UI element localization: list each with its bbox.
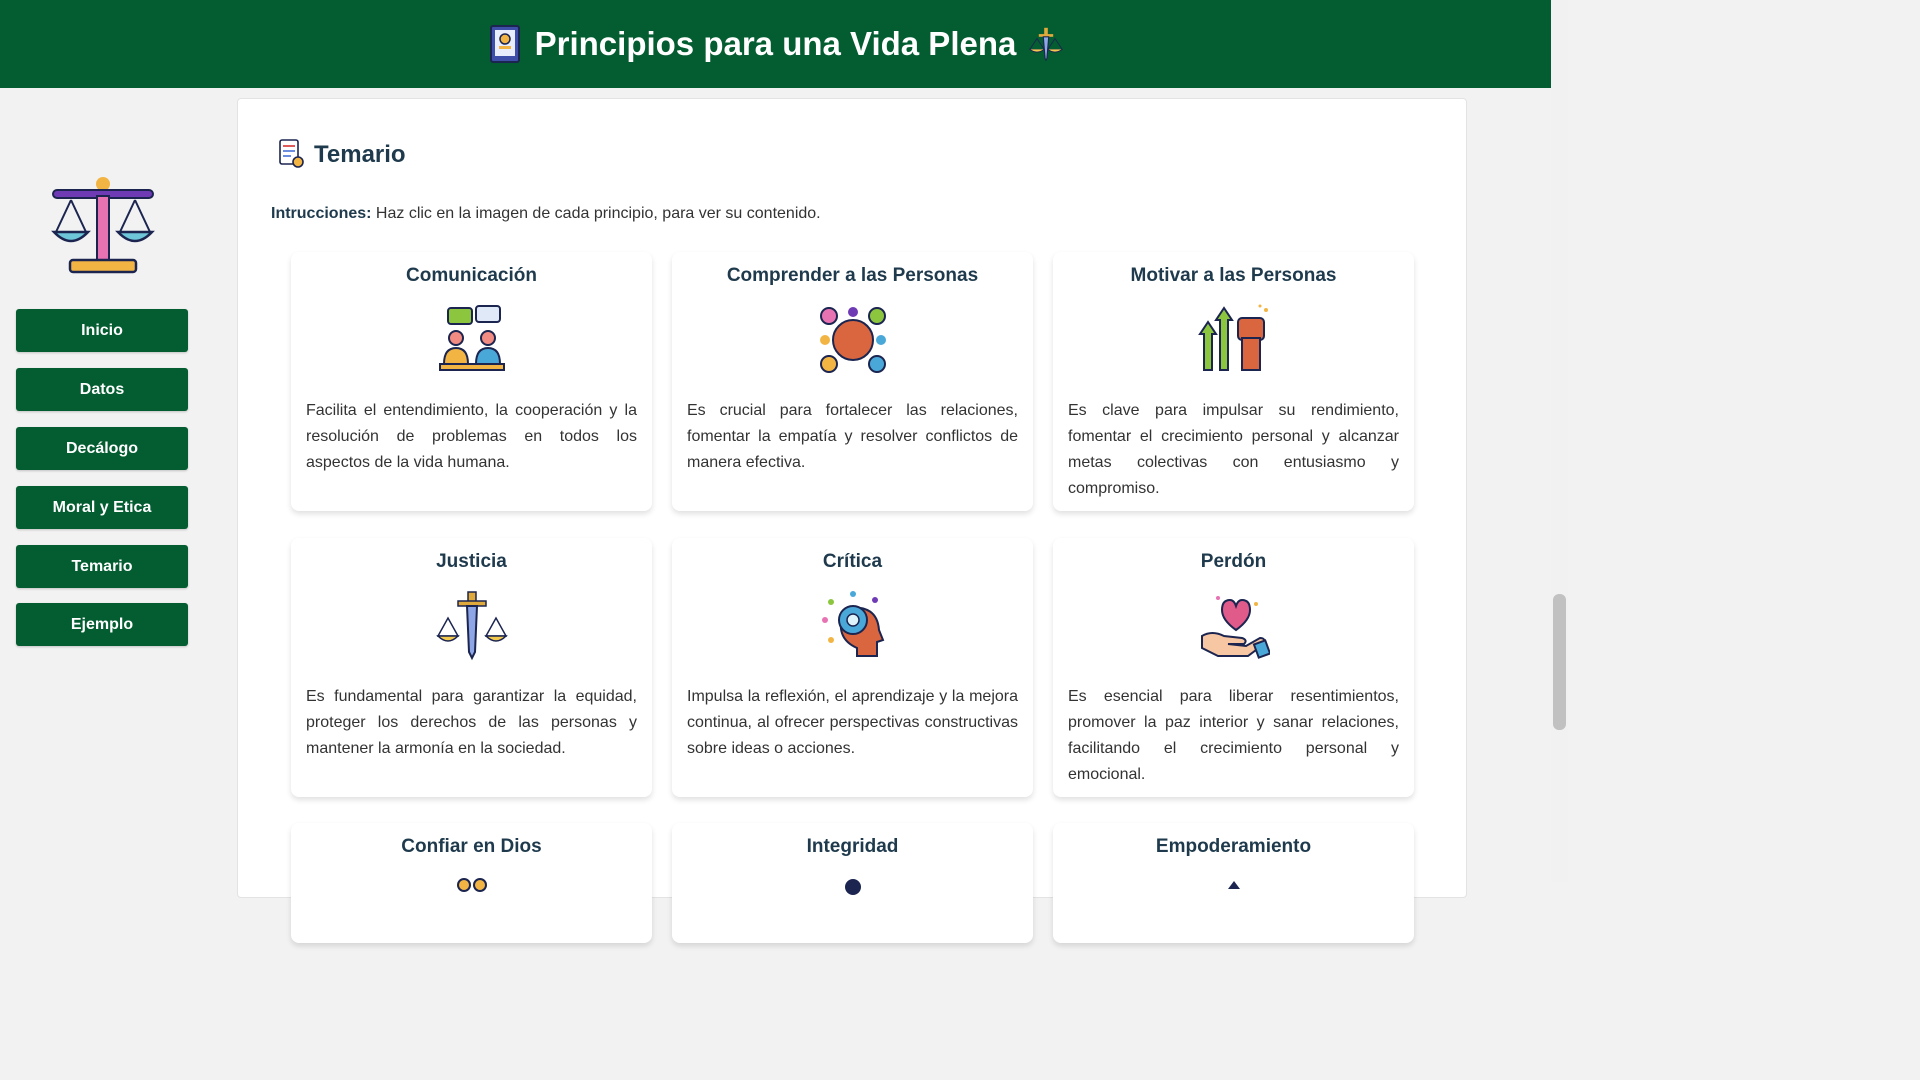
card-empoderamiento[interactable]: Empoderamiento bbox=[1053, 823, 1414, 943]
card-title: Confiar en Dios bbox=[401, 836, 542, 857]
card-confiar-en-dios[interactable]: Confiar en Dios bbox=[291, 823, 652, 943]
page-header: Principios para una Vida Plena bbox=[0, 0, 1551, 88]
scale-icon bbox=[51, 177, 155, 274]
card-description: Es crucial para fortalecer las relacione… bbox=[687, 402, 1018, 471]
justice-sword-icon bbox=[1029, 27, 1064, 62]
nav-temario-button[interactable]: Temario bbox=[16, 545, 188, 588]
card-title: Perdón bbox=[1200, 551, 1267, 572]
card-description: Facilita el entendimiento, la cooperació… bbox=[306, 402, 637, 471]
card-perdon[interactable]: Perdón Es esencial para liberar resentim… bbox=[1053, 538, 1414, 797]
card-critica[interactable]: Crítica Impulsa la reflexión, el aprendi… bbox=[672, 538, 1033, 797]
raised-fist-arrows-icon[interactable] bbox=[1197, 304, 1270, 376]
instructions: Intrucciones: Haz clic en la imagen de c… bbox=[271, 205, 821, 223]
nav-moral-etica-button[interactable]: Moral y Etica bbox=[16, 486, 188, 529]
nav-ejemplo-button[interactable]: Ejemplo bbox=[16, 603, 188, 646]
nav-inicio-button[interactable]: Inicio bbox=[16, 309, 188, 352]
card-description: Es fundamental para garantizar la equida… bbox=[306, 688, 637, 757]
card-integridad[interactable]: Integridad bbox=[672, 823, 1033, 943]
nav-decalogo-button[interactable]: Decálogo bbox=[16, 427, 188, 470]
card-comprender[interactable]: Comprender a las Personas Es crucial par… bbox=[672, 252, 1033, 511]
instructions-label: Intrucciones: bbox=[271, 205, 372, 222]
head-gear-icon[interactable] bbox=[817, 590, 889, 662]
card-justicia[interactable]: Justicia Es fundamental para garantizar … bbox=[291, 538, 652, 797]
site-title: Principios para una Vida Plena bbox=[534, 25, 1017, 62]
card-description: Impulsa la reflexión, el aprendizaje y l… bbox=[687, 688, 1018, 757]
card-description: Es clave para impulsar su rendimiento, f… bbox=[1068, 402, 1399, 497]
book-icon bbox=[489, 25, 520, 63]
instructions-text: Haz clic en la imagen de cada principio,… bbox=[371, 205, 821, 222]
card-title: Comunicación bbox=[406, 265, 537, 286]
card-title: Integridad bbox=[806, 836, 899, 857]
card-title: Crítica bbox=[822, 551, 883, 572]
card-title: Empoderamiento bbox=[1155, 836, 1312, 857]
card-motivar[interactable]: Motivar a las Personas Es clave para imp… bbox=[1053, 252, 1414, 511]
card-title: Motivar a las Personas bbox=[1130, 265, 1337, 286]
page-scrollbar[interactable] bbox=[1551, 0, 1568, 882]
section-header: Temario bbox=[278, 139, 406, 169]
conversation-icon[interactable] bbox=[436, 304, 508, 376]
card-comunicacion[interactable]: Comunicación Facilita el entendimiento, … bbox=[291, 252, 652, 511]
scrollbar-thumb[interactable] bbox=[1553, 594, 1566, 730]
document-icon bbox=[279, 139, 304, 168]
card-title: Comprender a las Personas bbox=[726, 265, 979, 286]
integrity-icon[interactable] bbox=[817, 875, 889, 947]
sword-scale-icon[interactable] bbox=[435, 590, 508, 662]
section-title: Temario bbox=[314, 141, 406, 168]
nav-datos-button[interactable]: Datos bbox=[16, 368, 188, 411]
praying-icon[interactable] bbox=[436, 875, 508, 947]
card-description: Es esencial para liberar resentimientos,… bbox=[1068, 688, 1399, 783]
connected-hands-icon[interactable] bbox=[817, 304, 889, 376]
card-title: Justicia bbox=[436, 551, 507, 572]
heart-hand-icon[interactable] bbox=[1198, 590, 1270, 662]
empowerment-icon[interactable] bbox=[1198, 875, 1270, 947]
